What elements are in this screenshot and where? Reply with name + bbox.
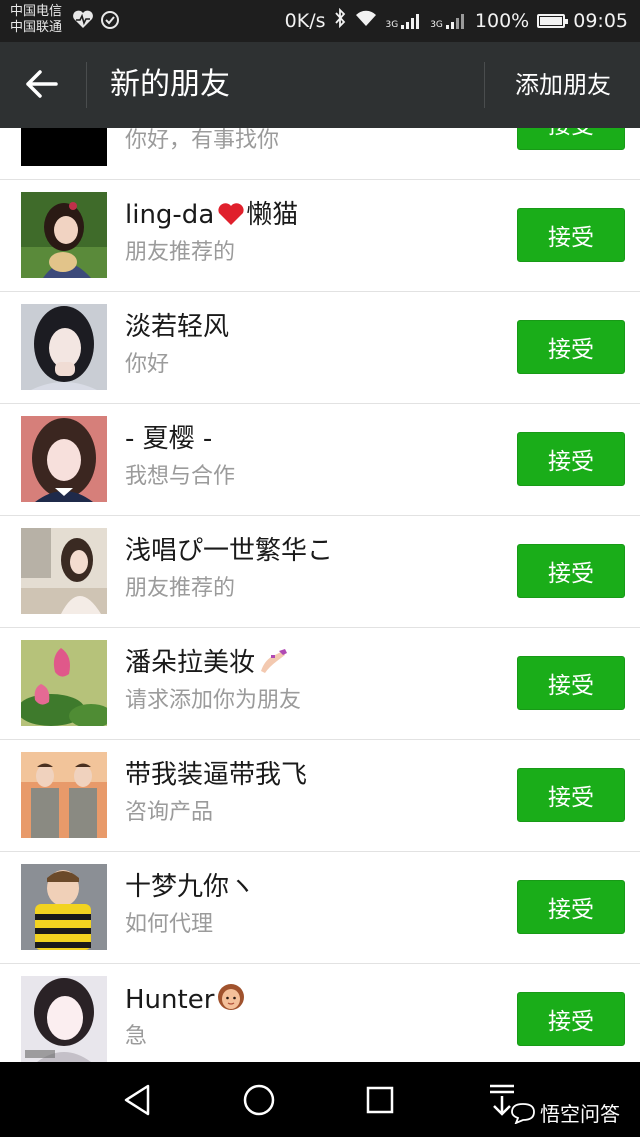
avatar[interactable] xyxy=(21,976,107,1062)
accept-button[interactable]: 接受 xyxy=(517,320,625,374)
friend-name-text: 潘朵拉美妆 xyxy=(125,648,256,678)
request-message: 朋友推荐的 xyxy=(125,240,236,265)
friend-request-row[interactable]: 带我装逼带我飞 咨询产品 接受 xyxy=(0,740,640,852)
network-type-2: 3G xyxy=(430,19,443,30)
carrier-names: 中国电信 中国联通 xyxy=(10,4,62,36)
request-message: 你好 xyxy=(125,352,170,377)
request-message: 我想与合作 xyxy=(125,464,236,489)
request-message: 急 xyxy=(125,1024,148,1049)
request-message: 你好，有事找你 xyxy=(125,128,280,153)
carrier-1: 中国电信 xyxy=(10,4,63,19)
avatar[interactable] xyxy=(21,304,107,390)
accept-button[interactable]: 接受 xyxy=(517,128,625,150)
avatar[interactable] xyxy=(21,640,107,726)
signal-bars-icon xyxy=(445,13,464,29)
friend-name: - 夏樱 - xyxy=(125,424,213,454)
nav-back-button[interactable] xyxy=(118,1080,158,1120)
accept-button[interactable]: 接受 xyxy=(517,432,625,486)
accept-button[interactable]: 接受 xyxy=(517,656,625,710)
nav-home-button[interactable] xyxy=(239,1080,279,1120)
friend-request-row[interactable]: Hunter 急 接受 xyxy=(0,964,640,1062)
friend-name: 十梦九你ヽ xyxy=(125,872,256,902)
friend-name: 淡若轻风 xyxy=(125,312,230,342)
circle-home-icon xyxy=(243,1084,275,1116)
square-recents-icon xyxy=(366,1086,394,1114)
friend-name: Hunter xyxy=(125,982,246,1021)
carrier-2: 中国联通 xyxy=(10,20,63,35)
network-speed: 0K/s xyxy=(284,9,326,32)
accept-button[interactable]: 接受 xyxy=(517,880,625,934)
watermark-text: 悟空问答 xyxy=(540,1102,620,1126)
accept-button[interactable]: 接受 xyxy=(517,768,625,822)
action-divider xyxy=(484,62,485,108)
friend-request-row[interactable]: 十梦九你ヽ 如何代理 接受 xyxy=(0,852,640,964)
woman-face-icon xyxy=(216,982,246,1021)
title-divider xyxy=(86,62,87,108)
clock: 09:05 xyxy=(573,9,628,32)
signal-2: 3G xyxy=(430,12,467,30)
battery-icon xyxy=(537,13,569,28)
request-message: 如何代理 xyxy=(125,912,214,937)
signal-bars-icon xyxy=(401,13,420,29)
friend-name-text: ling-da xyxy=(125,200,215,230)
friend-request-row[interactable]: - 夏樱 - 我想与合作 接受 xyxy=(0,404,640,516)
friend-request-row[interactable]: 淡若轻风 你好 接受 xyxy=(0,292,640,404)
avatar[interactable] xyxy=(21,128,107,166)
friend-request-row[interactable]: 你好，有事找你 接受 xyxy=(0,128,640,180)
friend-name-text: Hunter xyxy=(125,985,215,1015)
accept-button[interactable]: 接受 xyxy=(517,544,625,598)
bluetooth-icon xyxy=(334,7,346,33)
nail-polish-icon xyxy=(257,647,289,684)
network-type-1: 3G xyxy=(385,19,399,30)
wifi-icon xyxy=(354,9,378,32)
add-friend-button[interactable]: 添加朋友 xyxy=(498,68,628,102)
accept-button[interactable]: 接受 xyxy=(517,208,625,262)
status-left-icons xyxy=(72,10,120,36)
nav-recents-button[interactable] xyxy=(360,1080,400,1120)
signal-1: 3G xyxy=(386,12,423,30)
triangle-back-icon xyxy=(124,1084,150,1116)
heartbeat-icon xyxy=(72,10,94,36)
screen: { "status_bar": { "carrier_1": "中国电信", "… xyxy=(0,0,640,1137)
battery-percent: 100% xyxy=(474,9,530,32)
check-circle-icon xyxy=(100,10,120,36)
request-message: 咨询产品 xyxy=(125,800,214,825)
request-message: 朋友推荐的 xyxy=(125,576,236,601)
friend-name: 带我装逼带我飞 xyxy=(125,760,308,790)
avatar[interactable] xyxy=(21,864,107,950)
friend-name: 潘朵拉美妆 xyxy=(125,646,289,684)
friend-name-suffix: 懒猫 xyxy=(246,200,299,230)
friend-request-row[interactable]: ling-da 懒猫 朋友推荐的 接受 xyxy=(0,180,640,292)
avatar[interactable] xyxy=(21,528,107,614)
request-message: 请求添加你为朋友 xyxy=(125,688,302,713)
friend-name: 浅唱ぴ一世繁华こ xyxy=(125,536,334,566)
chat-bubble-icon xyxy=(511,1102,535,1124)
red-heart-icon xyxy=(216,201,246,236)
friend-request-list: 你好，有事找你 接受 ling-da 懒猫 朋友推荐的 接受 xyxy=(0,128,640,1062)
friend-request-row[interactable]: 潘朵拉美妆 请求添加你为朋友 接受 xyxy=(0,628,640,740)
friend-request-row[interactable]: 浅唱ぴ一世繁华こ 朋友推荐的 接受 xyxy=(0,516,640,628)
avatar[interactable] xyxy=(21,192,107,278)
back-arrow-icon xyxy=(26,70,58,98)
watermark: 悟空问答 xyxy=(510,1098,620,1127)
title-bar: 新的朋友 添加朋友 xyxy=(0,42,640,128)
status-right: 0K/s 3G 3G 100% 09:05 xyxy=(284,7,628,33)
accept-button[interactable]: 接受 xyxy=(517,992,625,1046)
avatar[interactable] xyxy=(21,416,107,502)
avatar[interactable] xyxy=(21,752,107,838)
page-title: 新的朋友 xyxy=(110,67,230,102)
back-button[interactable] xyxy=(20,62,64,106)
status-bar: 中国电信 中国联通 0K/s 3G 3G 100% 09:05 xyxy=(0,0,640,42)
friend-name: ling-da 懒猫 xyxy=(125,198,298,236)
